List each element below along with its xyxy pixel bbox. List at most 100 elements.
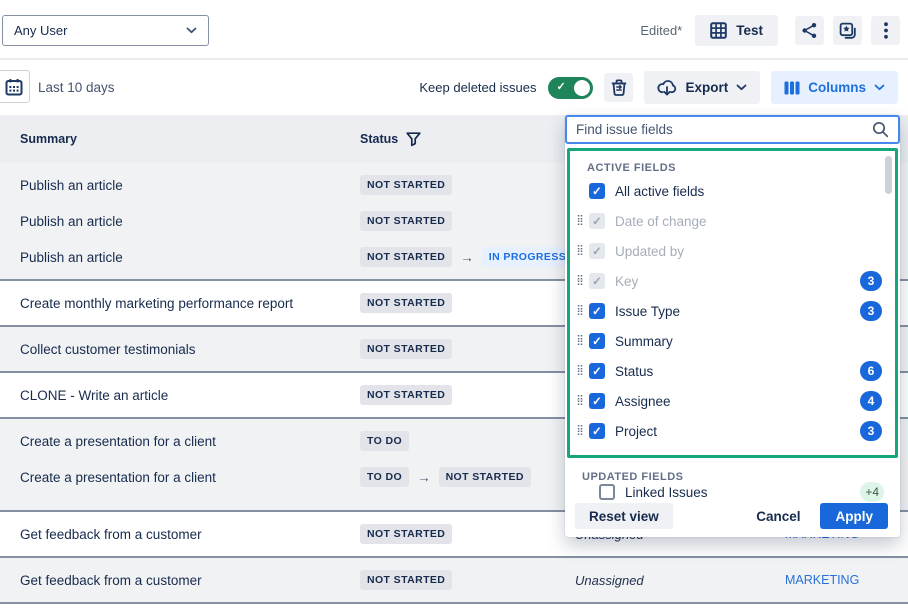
- drag-handle-icon[interactable]: ⣿: [573, 246, 587, 256]
- status-cell: NOT STARTED: [360, 570, 575, 590]
- status-badge: TO DO: [360, 467, 409, 487]
- columns-panel-footer: Reset view Cancel Apply: [575, 503, 888, 529]
- active-fields-title: ACTIVE FIELDS: [570, 151, 895, 176]
- field-count-badge: 3: [860, 421, 882, 441]
- reset-view-button[interactable]: Reset view: [575, 503, 673, 529]
- summary-cell: Get feedback from a customer: [20, 573, 360, 588]
- drag-handle-icon[interactable]: ⣿: [573, 336, 587, 346]
- columns-label: Columns: [808, 80, 866, 95]
- summary-cell: Publish an article: [20, 250, 360, 265]
- field-label: Summary: [615, 334, 673, 349]
- keep-deleted-toggle[interactable]: ✓: [548, 77, 593, 99]
- field-label: Project: [615, 424, 657, 439]
- scrollbar-thumb[interactable]: [885, 156, 892, 194]
- project-link[interactable]: MARKETING: [785, 573, 859, 587]
- filter-funnel-icon[interactable]: [406, 132, 421, 147]
- date-range-label: Last 10 days: [38, 80, 115, 95]
- field-search-input[interactable]: [567, 122, 872, 137]
- project-cell: MARKETING: [785, 571, 908, 589]
- field-count-badge: 6: [860, 361, 882, 381]
- field-item[interactable]: ⣿✓Updated by: [570, 236, 895, 266]
- user-filter-select[interactable]: Any User: [2, 15, 209, 46]
- column-header-summary: Summary: [20, 132, 360, 146]
- field-checkbox[interactable]: ✓: [589, 423, 605, 439]
- columns-button[interactable]: Columns: [771, 71, 898, 104]
- field-count-badge: +4: [860, 482, 884, 502]
- field-checkbox: ✓: [589, 213, 605, 229]
- field-checkbox[interactable]: [599, 484, 615, 500]
- chevron-down-icon: [736, 84, 747, 91]
- field-item[interactable]: ⣿✓ Summary: [570, 326, 895, 356]
- delete-report-button[interactable]: [604, 73, 633, 102]
- view-name-button[interactable]: Test: [695, 15, 778, 46]
- app-root: Any User Edited* Test Last 10 days: [0, 0, 908, 609]
- status-cell: NOT STARTED→IN PROGRESS: [360, 247, 575, 267]
- field-checkbox[interactable]: ✓: [589, 363, 605, 379]
- field-checkbox[interactable]: ✓: [589, 183, 605, 199]
- kebab-menu-icon: [884, 22, 888, 39]
- status-cell: NOT STARTED: [360, 175, 575, 195]
- field-label: Linked Issues: [625, 485, 708, 500]
- field-checkbox[interactable]: ✓: [589, 393, 605, 409]
- toggle-check-icon: ✓: [556, 80, 565, 93]
- status-badge: NOT STARTED: [360, 524, 452, 544]
- field-checkbox: ✓: [589, 243, 605, 259]
- field-item[interactable]: ⣿✓ Project 3: [570, 416, 895, 446]
- field-checkbox[interactable]: ✓: [589, 303, 605, 319]
- summary-cell: Publish an article: [20, 214, 360, 229]
- status-badge: NOT STARTED: [360, 339, 452, 359]
- status-badge: NOT STARTED: [360, 247, 452, 267]
- view-name-label: Test: [736, 23, 763, 38]
- columns-panel: ACTIVE FIELDS ✓All active fields⣿✓Date o…: [565, 115, 900, 537]
- status-cell: NOT STARTED: [360, 339, 575, 359]
- drag-handle-icon[interactable]: ⣿: [573, 366, 587, 376]
- apply-button[interactable]: Apply: [820, 503, 888, 529]
- date-range-button[interactable]: [0, 70, 30, 103]
- table-grid-icon: [710, 22, 727, 39]
- field-item[interactable]: ⣿✓Assignee4: [570, 386, 895, 416]
- active-fields-highlight: ACTIVE FIELDS ✓All active fields⣿✓Date o…: [567, 148, 898, 458]
- save-view-icon: [839, 22, 857, 40]
- user-filter-value: Any User: [14, 23, 67, 38]
- edited-indicator: Edited*: [640, 23, 682, 38]
- save-view-button[interactable]: [833, 16, 862, 45]
- calendar-icon: [5, 78, 23, 96]
- share-button[interactable]: [795, 16, 824, 45]
- top-bar-actions: Edited* Test: [640, 15, 900, 46]
- columns-icon: [784, 81, 800, 95]
- chevron-down-icon: [186, 27, 197, 34]
- status-badge: NOT STARTED: [360, 385, 452, 405]
- field-item[interactable]: ⣿✓Date of change: [570, 206, 895, 236]
- field-label: Issue Type: [615, 304, 680, 319]
- field-item[interactable]: ⣿✓Status6: [570, 356, 895, 386]
- drag-handle-icon[interactable]: ⣿: [573, 426, 587, 436]
- more-options-button[interactable]: [871, 16, 900, 45]
- export-button[interactable]: Export: [644, 71, 760, 104]
- top-bar: Any User Edited* Test: [0, 0, 908, 60]
- status-badge: TO DO: [360, 431, 409, 451]
- keep-deleted-label: Keep deleted issues: [419, 80, 536, 95]
- drag-handle-icon[interactable]: ⣿: [573, 396, 587, 406]
- status-cell: NOT STARTED: [360, 385, 575, 405]
- drag-handle-icon[interactable]: ⣿: [573, 276, 587, 286]
- field-checkbox[interactable]: ✓: [589, 333, 605, 349]
- transition-arrow-icon: →: [417, 470, 431, 485]
- drag-handle-icon[interactable]: ⣿: [573, 306, 587, 316]
- field-search-box: [565, 115, 900, 144]
- summary-cell: Create a presentation for a client: [20, 470, 360, 485]
- status-badge: IN PROGRESS: [482, 247, 573, 267]
- summary-cell: CLONE - Write an article: [20, 388, 360, 403]
- active-fields-list: ✓All active fields⣿✓Date of change⣿✓Upda…: [570, 176, 895, 446]
- field-item[interactable]: ⣿✓Key3: [570, 266, 895, 296]
- field-item[interactable]: ⣿✓Issue Type3: [570, 296, 895, 326]
- status-cell: NOT STARTED: [360, 524, 575, 544]
- field-item[interactable]: ✓All active fields: [570, 176, 895, 206]
- cancel-button[interactable]: Cancel: [752, 509, 804, 524]
- table-row[interactable]: Get feedback from a customerNOT STARTEDU…: [0, 562, 908, 598]
- status-cell: TO DO: [360, 431, 575, 451]
- issue-group: Get feedback from a customerNOT STARTEDU…: [0, 558, 908, 604]
- drag-handle-icon[interactable]: ⣿: [573, 216, 587, 226]
- summary-cell: Collect customer testimonials: [20, 342, 360, 357]
- chevron-down-icon: [874, 84, 885, 91]
- filters-toolbar-actions: Keep deleted issues ✓ Export Columns: [419, 71, 898, 104]
